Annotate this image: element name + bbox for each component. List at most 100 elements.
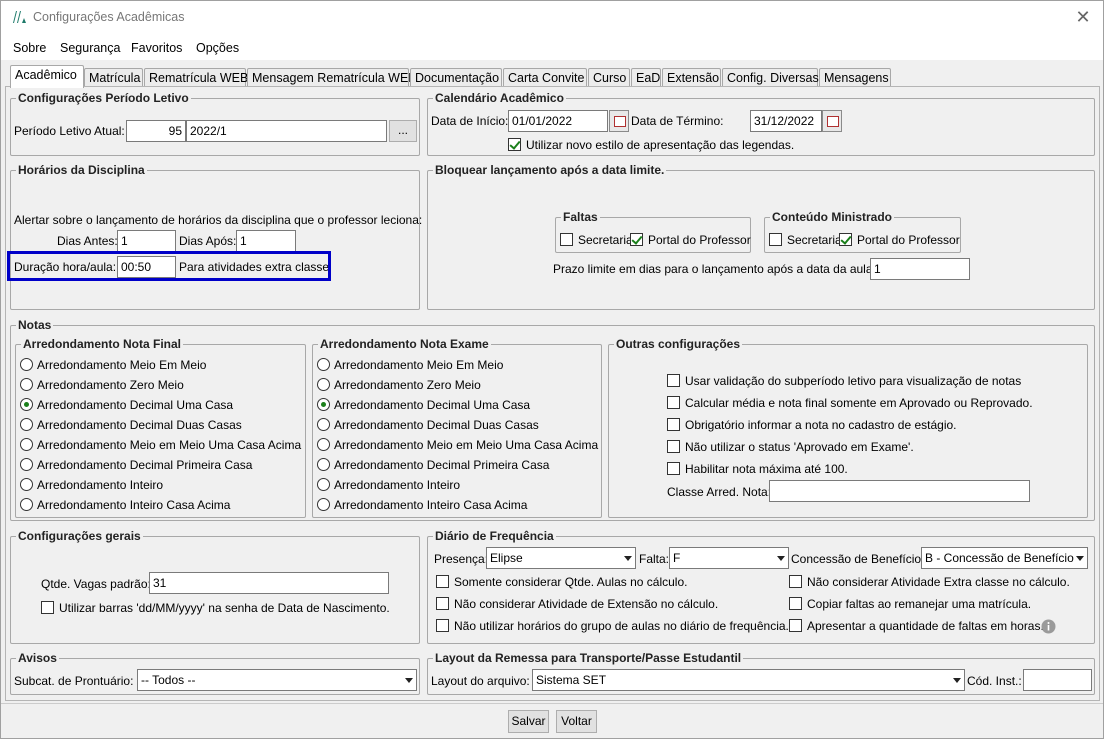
legend-style-checkbox[interactable]	[508, 138, 521, 151]
group-horarios: Horários da Disciplina Alertar sobre o l…	[10, 163, 423, 310]
calendar-icon[interactable]	[609, 110, 629, 132]
exame-radio-label: Arredondamento Meio Em Meio	[334, 358, 504, 372]
tab-documentacao[interactable]: Documentação	[410, 68, 502, 87]
prazo-field[interactable]: 1	[870, 258, 970, 280]
vagas-field[interactable]: 31	[149, 572, 389, 594]
diario-right-checkbox-2[interactable]	[789, 597, 802, 610]
diario-left-check-label: Não considerar Atividade de Extensão no …	[454, 597, 719, 611]
voltar-label: Voltar	[561, 714, 592, 728]
outras-checkbox-5[interactable]	[667, 462, 680, 475]
menu-sobre[interactable]: Sobre	[13, 41, 46, 55]
exame-radio-5[interactable]	[317, 438, 330, 451]
final-radio-1[interactable]	[20, 358, 33, 371]
group-calendario: Calendário Acadêmico Data de Início: 01/…	[427, 91, 1095, 156]
diario-left-checkbox-3[interactable]	[436, 619, 449, 632]
presenca-select[interactable]: Elipse	[486, 547, 636, 569]
salvar-button[interactable]: Salvar	[508, 710, 549, 733]
button-bar: Salvar Voltar	[1, 703, 1103, 738]
diario-right-checkbox-1[interactable]	[789, 575, 802, 588]
tab-page-academico: Configurações Período Letivo Período Let…	[5, 86, 1100, 701]
subcat-select[interactable]: -- Todos --	[137, 669, 417, 691]
outras-check-label: Obrigatório informar a nota no cadastro …	[685, 418, 957, 432]
final-radio-4[interactable]	[20, 418, 33, 431]
final-radio-7[interactable]	[20, 478, 33, 491]
exame-radio-1[interactable]	[317, 358, 330, 371]
info-icon[interactable]	[1041, 619, 1056, 634]
exame-radio-6[interactable]	[317, 458, 330, 471]
tab-academico[interactable]: Acadêmico	[10, 65, 84, 88]
group-title: Horários da Disciplina	[16, 163, 147, 177]
group-periodo-letivo: Configurações Período Letivo Período Let…	[10, 91, 420, 156]
alert-label: Alertar sobre o lançamento de horários d…	[14, 213, 423, 227]
close-icon[interactable]: ✕	[1073, 7, 1093, 28]
exame-radio-8[interactable]	[317, 498, 330, 511]
periodo-value-field[interactable]: 2022/1	[186, 120, 387, 142]
tab-mensagens[interactable]: Mensagens	[819, 68, 891, 87]
group-title: Faltas	[561, 210, 600, 224]
exame-radio-7[interactable]	[317, 478, 330, 491]
dias-antes-field[interactable]: 1	[117, 230, 176, 252]
outras-checkbox-4[interactable]	[667, 440, 680, 453]
faltas-portal-checkbox[interactable]	[630, 233, 643, 246]
outras-checkbox-1[interactable]	[667, 374, 680, 387]
cod-inst-label: Cód. Inst.:	[967, 674, 1022, 688]
exame-radio-label: Arredondamento Inteiro	[334, 478, 461, 492]
menu-seguranca[interactable]: Segurança	[60, 41, 120, 55]
group-title: Layout da Remessa para Transporte/Passe …	[433, 651, 744, 665]
periodo-label: Período Letivo Atual:	[14, 124, 125, 138]
final-radio-8[interactable]	[20, 498, 33, 511]
group-title: Arredondamento Nota Final	[21, 337, 184, 351]
falta-select[interactable]: F	[669, 547, 789, 569]
exame-radio-label: Arredondamento Zero Meio	[334, 378, 481, 392]
tab-ead[interactable]: EaD	[631, 68, 661, 87]
app-logo-icon	[13, 11, 26, 23]
periodo-browse-button[interactable]: ...	[389, 120, 417, 142]
exame-radio-label: Arredondamento Meio em Meio Uma Casa Aci…	[334, 438, 599, 452]
tab-mensagem-rematricula-web[interactable]: Mensagem Rematrícula WEB	[247, 68, 417, 87]
tab-curso[interactable]: Curso	[588, 68, 630, 87]
conteudo-secretaria-label: Secretaria	[787, 233, 842, 247]
periodo-code-field[interactable]: 95	[126, 120, 186, 142]
exame-radio-4[interactable]	[317, 418, 330, 431]
tab-matricula[interactable]: Matrícula	[84, 68, 143, 87]
cod-inst-field[interactable]	[1023, 669, 1092, 691]
final-radio-6[interactable]	[20, 458, 33, 471]
tab-rematricula-web[interactable]: Rematrícula WEB	[144, 68, 248, 87]
dias-apos-field[interactable]: 1	[236, 230, 296, 252]
conteudo-secretaria-checkbox[interactable]	[769, 233, 782, 246]
voltar-button[interactable]: Voltar	[556, 710, 597, 733]
arquivo-select[interactable]: Sistema SET	[532, 669, 965, 691]
tab-config-diversas[interactable]: Config. Diversas	[722, 68, 819, 87]
final-radio-5[interactable]	[20, 438, 33, 451]
outras-checkbox-3[interactable]	[667, 418, 680, 431]
data-inicio-field[interactable]: 01/01/2022	[508, 110, 608, 132]
exame-radio-label: Arredondamento Decimal Uma Casa	[334, 398, 531, 412]
final-radio-3[interactable]	[20, 398, 33, 411]
group-title: Avisos	[16, 651, 59, 665]
group-faltas: Faltas Secretaria Portal do Professor	[555, 210, 751, 253]
conteudo-portal-checkbox[interactable]	[839, 233, 852, 246]
exame-radio-3[interactable]	[317, 398, 330, 411]
falta-label: Falta:	[639, 552, 670, 566]
falta-value: F	[673, 551, 681, 565]
tab-extensao[interactable]: Extensão	[662, 68, 721, 87]
legend-style-label: Utilizar novo estilo de apresentação das…	[526, 138, 795, 152]
calendar-icon[interactable]	[822, 110, 842, 132]
diario-left-checkbox-2[interactable]	[436, 597, 449, 610]
arquivo-value: Sistema SET	[536, 673, 607, 687]
group-title: Configurações gerais	[16, 529, 143, 543]
outras-checkbox-2[interactable]	[667, 396, 680, 409]
barras-checkbox[interactable]	[41, 601, 54, 614]
diario-right-checkbox-3[interactable]	[789, 619, 802, 632]
diario-left-checkbox-1[interactable]	[436, 575, 449, 588]
final-radio-2[interactable]	[20, 378, 33, 391]
exame-radio-2[interactable]	[317, 378, 330, 391]
beneficio-label: Concessão de Benefício:	[791, 552, 925, 566]
beneficio-select[interactable]: B - Concessão de Benefício	[921, 547, 1088, 569]
classe-arred-field[interactable]	[769, 480, 1030, 502]
data-termino-field[interactable]: 31/12/2022	[750, 110, 822, 132]
menu-favoritos[interactable]: Favoritos	[131, 41, 182, 55]
menu-opcoes[interactable]: Opções	[196, 41, 239, 55]
tab-carta-convite[interactable]: Carta Convite	[503, 68, 587, 87]
faltas-secretaria-checkbox[interactable]	[560, 233, 573, 246]
